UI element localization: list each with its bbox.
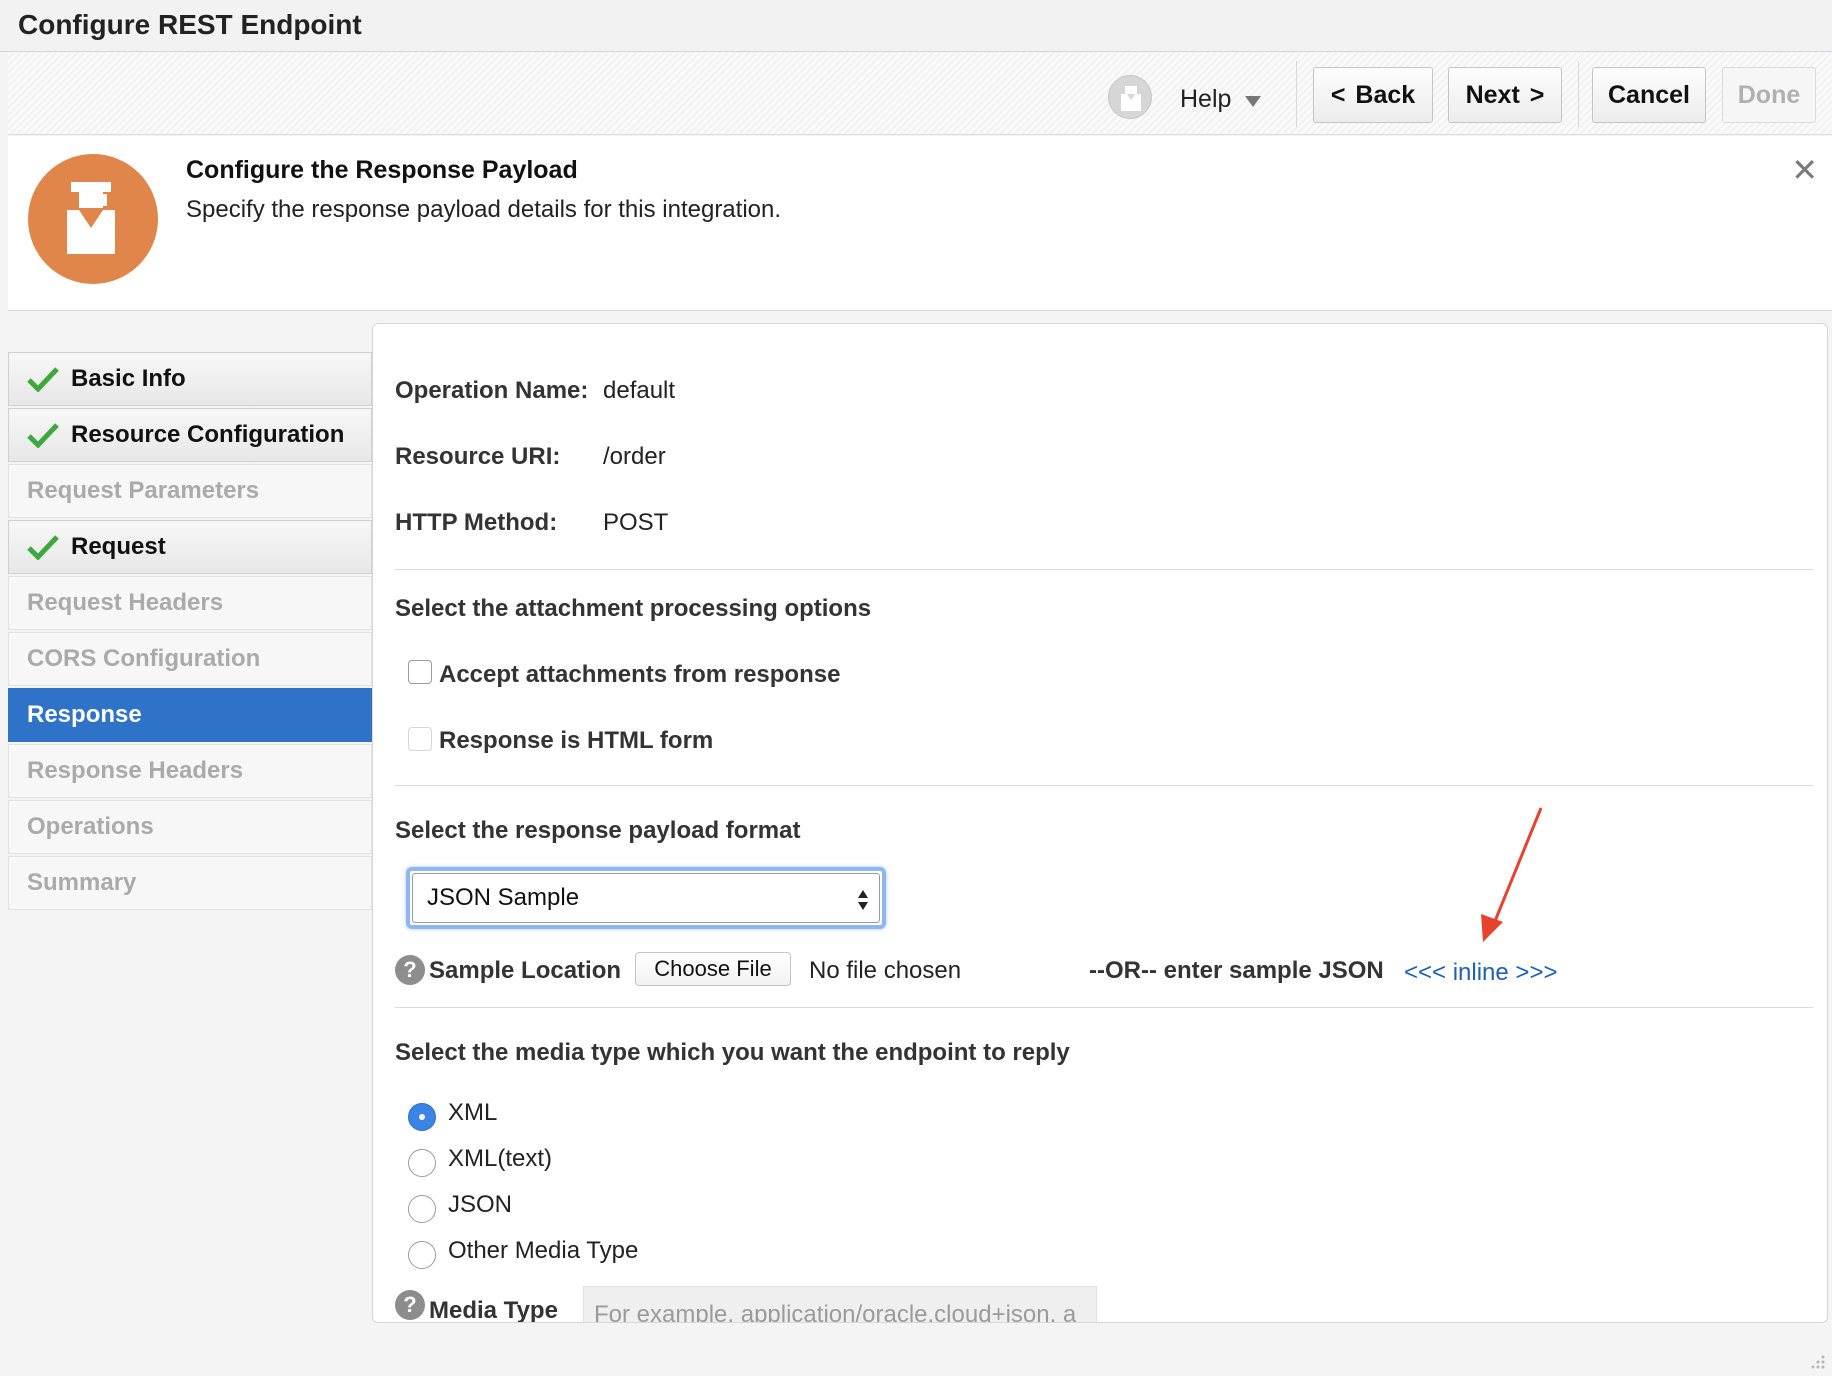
- resource-uri-row: Resource URI: /order: [395, 443, 666, 471]
- choose-file-button[interactable]: Choose File: [635, 952, 791, 986]
- divider: [395, 785, 1813, 786]
- chevron-down-icon: [1245, 95, 1262, 107]
- window-title: Configure REST Endpoint: [18, 9, 362, 40]
- toolbar-divider: [1578, 61, 1579, 127]
- media-type-section-title: Select the media type which you want the…: [395, 1039, 1070, 1066]
- resource-uri-label: Resource URI:: [395, 443, 561, 470]
- inline-json-link[interactable]: <<< inline >>>: [1404, 959, 1557, 987]
- nav-item-label: Resource Configuration: [71, 421, 345, 448]
- http-method-label: HTTP Method:: [395, 509, 558, 536]
- check-icon: [27, 367, 59, 392]
- cancel-button[interactable]: Cancel: [1592, 67, 1706, 123]
- check-icon: [27, 423, 59, 448]
- sample-location-label: Sample Location: [429, 957, 622, 984]
- nav-item-label: Request Parameters: [27, 477, 260, 504]
- status-bar: [0, 1336, 1832, 1376]
- nav-item-request-headers[interactable]: Request Headers: [8, 576, 372, 630]
- help-icon[interactable]: ?: [395, 1290, 425, 1320]
- back-chevron: <: [1330, 80, 1346, 109]
- guidance-panel: Configure the Response Payload Specify t…: [8, 136, 1832, 311]
- help-label: Help: [1180, 84, 1232, 113]
- nav-item-label: Response Headers: [27, 757, 244, 784]
- nav-item-label: Response: [27, 701, 142, 728]
- nav-item-request-parameters[interactable]: Request Parameters: [8, 464, 372, 518]
- nav-item-cors-configuration[interactable]: CORS Configuration: [8, 632, 372, 686]
- payload-format-select[interactable]: JSON Sample: [406, 867, 886, 929]
- media-type-label: Media Type: [429, 1297, 558, 1323]
- payload-format-value[interactable]: JSON Sample: [412, 873, 880, 923]
- nav-item-label: Summary: [27, 869, 137, 896]
- nav-item-summary[interactable]: Summary: [8, 856, 372, 910]
- nav-item-label: Request: [71, 533, 166, 560]
- back-button[interactable]: < Back: [1313, 67, 1433, 123]
- nav-item-label: CORS Configuration: [27, 645, 261, 672]
- user-avatar[interactable]: [1108, 75, 1152, 119]
- next-button[interactable]: Next >: [1448, 67, 1562, 123]
- nav-item-response[interactable]: Response: [8, 688, 372, 742]
- divider: [395, 1007, 1813, 1008]
- operation-name-value: default: [603, 377, 676, 404]
- resize-grip-icon[interactable]: [1808, 1352, 1826, 1370]
- response-payload-icon: [67, 182, 115, 254]
- radio-xml-text[interactable]: [408, 1149, 436, 1177]
- user-icon: [1121, 86, 1141, 111]
- radio-other-media-type[interactable]: [408, 1241, 436, 1269]
- no-file-text: No file chosen: [809, 957, 962, 984]
- divider: [395, 569, 1813, 570]
- done-label: Done: [1737, 80, 1801, 109]
- http-method-value: POST: [603, 509, 669, 536]
- nav-item-label: Basic Info: [71, 365, 186, 392]
- help-menu[interactable]: Help: [1180, 79, 1262, 119]
- next-label: Next: [1465, 80, 1520, 109]
- radio-other-media-type-label: Other Media Type: [448, 1237, 639, 1264]
- radio-json-label: JSON: [448, 1191, 513, 1218]
- media-type-input[interactable]: For example, application/oracle.cloud+js…: [583, 1286, 1097, 1322]
- wizard-toolbar: Help < Back Next > Cancel Done: [8, 53, 1832, 135]
- payload-step-icon: [28, 154, 158, 284]
- payload-format-title: Select the response payload format: [395, 817, 801, 844]
- attachment-section-title: Select the attachment processing options: [395, 595, 872, 622]
- close-icon[interactable]: ✕: [1791, 154, 1818, 186]
- window-titlebar: Configure REST Endpoint: [0, 0, 1832, 52]
- annotation-arrow-icon: [1481, 807, 1543, 942]
- nav-item-operations[interactable]: Operations: [8, 800, 372, 854]
- guide-title: Configure the Response Payload: [186, 156, 578, 184]
- nav-item-request[interactable]: Request: [8, 520, 372, 574]
- operation-name-label: Operation Name:: [395, 377, 589, 404]
- nav-item-response-headers[interactable]: Response Headers: [8, 744, 372, 798]
- toolbar-divider: [1296, 61, 1297, 127]
- cancel-label: Cancel: [1608, 80, 1690, 109]
- html-form-checkbox[interactable]: [408, 727, 432, 751]
- nav-item-basic-info[interactable]: Basic Info: [8, 352, 372, 406]
- or-sample-json-text: --OR-- enter sample JSON: [1089, 957, 1384, 984]
- response-config-panel: Operation Name: default Resource URI: /o…: [372, 323, 1828, 1323]
- select-updown-icon: [858, 890, 868, 910]
- done-button: Done: [1722, 67, 1816, 123]
- accept-attachments-label: Accept attachments from response: [439, 661, 841, 688]
- help-icon[interactable]: ?: [395, 955, 425, 985]
- back-label: Back: [1355, 80, 1416, 109]
- next-chevron: >: [1529, 80, 1545, 109]
- resource-uri-value: /order: [603, 443, 666, 470]
- choose-file-label: Choose File: [654, 956, 772, 981]
- nav-item-resource-configuration[interactable]: Resource Configuration: [8, 408, 372, 462]
- http-method-row: HTTP Method: POST: [395, 509, 668, 537]
- radio-xml[interactable]: [408, 1103, 436, 1131]
- payload-format-selected: JSON Sample: [427, 884, 580, 911]
- html-form-label: Response is HTML form: [439, 727, 714, 754]
- guide-description: Specify the response payload details for…: [186, 196, 782, 223]
- accept-attachments-checkbox[interactable]: [408, 660, 432, 684]
- nav-item-label: Request Headers: [27, 589, 224, 616]
- nav-item-label: Operations: [27, 813, 154, 840]
- check-icon: [27, 535, 59, 560]
- radio-xml-text-label: XML(text): [448, 1145, 553, 1172]
- radio-json[interactable]: [408, 1195, 436, 1223]
- radio-xml-label: XML: [448, 1099, 498, 1126]
- operation-name-row: Operation Name: default: [395, 377, 675, 405]
- wizard-step-nav: Basic Info Resource Configuration Reques…: [8, 352, 372, 912]
